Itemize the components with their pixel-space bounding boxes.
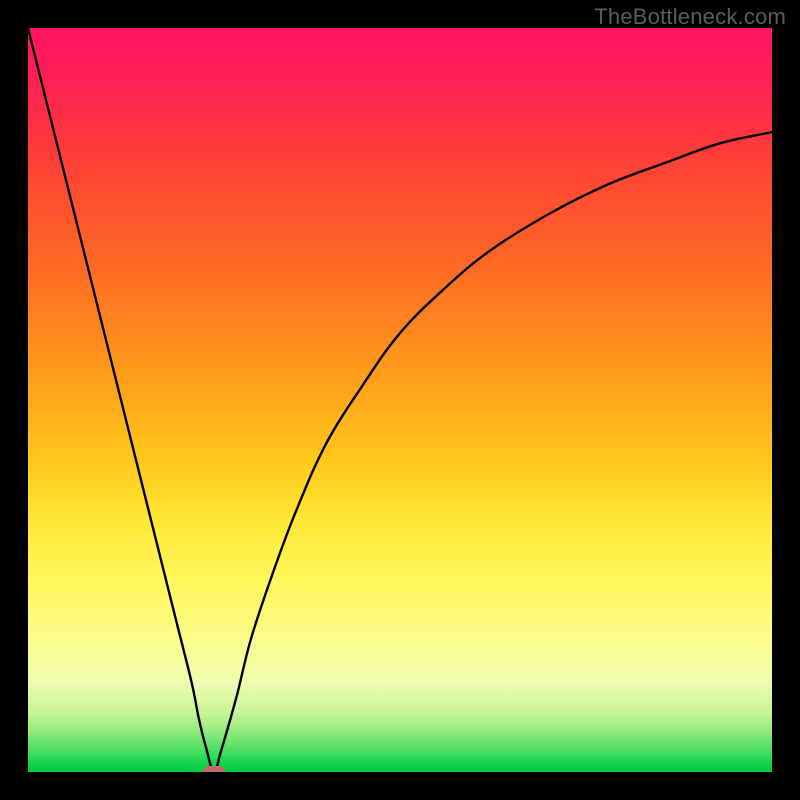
watermark-text: TheBottleneck.com — [594, 4, 786, 30]
plot-area — [28, 28, 772, 772]
bottleneck-curve — [28, 28, 772, 772]
curve-svg — [28, 28, 772, 772]
chart-frame: TheBottleneck.com — [0, 0, 800, 800]
minimum-marker — [203, 766, 225, 772]
